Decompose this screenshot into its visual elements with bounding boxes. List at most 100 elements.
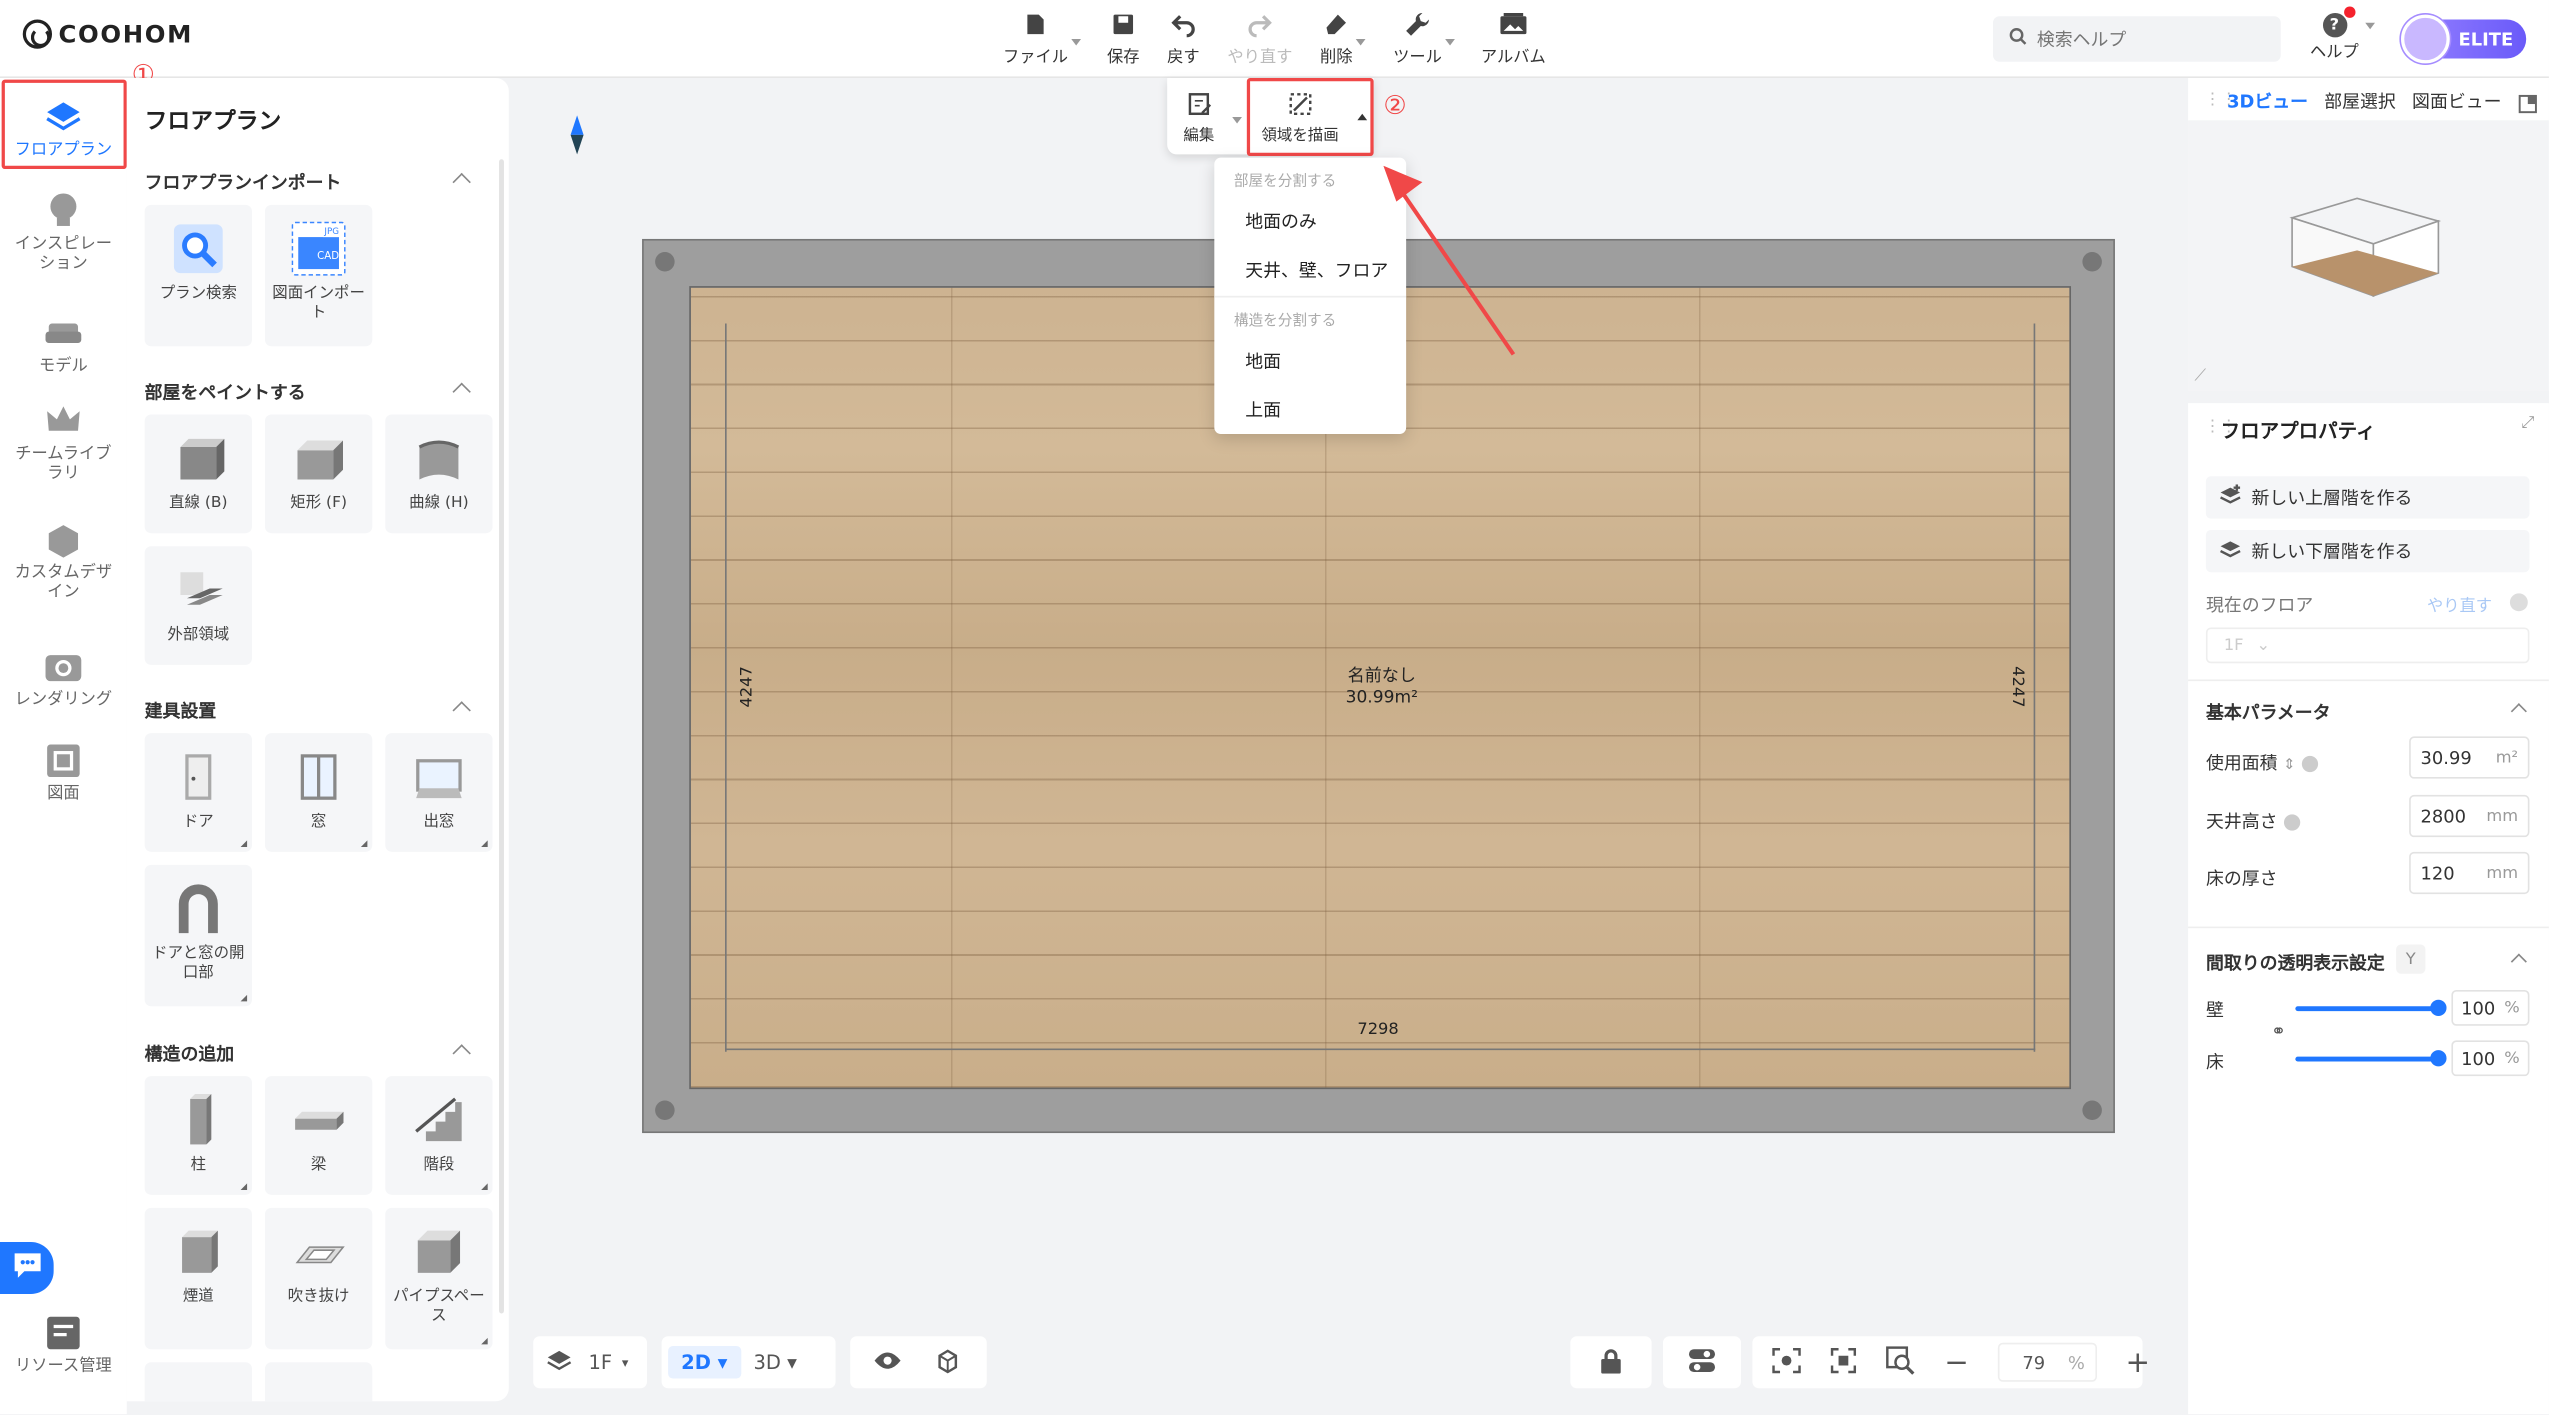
design-canvas[interactable]: 名前なし 30.99m² 4247 4247 7298 編集 領域を描画 ② 部…	[509, 78, 2188, 1414]
dimension-left[interactable]: 4247	[738, 666, 756, 707]
view-2d-button[interactable]: 2D ▾	[668, 1345, 741, 1379]
edit-button[interactable]: 編集	[1183, 91, 1214, 145]
tab-plan-view[interactable]: 図面ビュー	[2412, 88, 2501, 114]
floor-transparency-field[interactable]: 100%	[2451, 1040, 2530, 1077]
nav-model[interactable]: モデル	[0, 314, 127, 377]
plan-search-card[interactable]: プラン検索	[144, 204, 252, 347]
view-3d-button[interactable]: 3D ▾	[753, 1351, 796, 1374]
stairs-card[interactable]: 階段	[385, 1076, 493, 1195]
floor-select[interactable]: 1F ⌄	[2205, 627, 2530, 664]
search-box[interactable]	[1992, 16, 2281, 62]
exterior-area-card[interactable]: 外部領域	[144, 546, 252, 665]
zoom-input[interactable]	[1999, 1344, 2068, 1381]
redo-button[interactable]: やり直す	[1227, 10, 1292, 67]
collapse-icon[interactable]	[452, 172, 471, 192]
nav-resource-management[interactable]: リソース管理	[0, 1313, 127, 1376]
straight-line-card[interactable]: 直線 (B)	[144, 414, 252, 534]
expand-icon[interactable]: ⤢	[2521, 415, 2534, 433]
zoom-area-icon[interactable]	[1886, 1345, 1915, 1379]
3d-preview[interactable]: ⟋	[2188, 120, 2549, 391]
more-card[interactable]	[264, 1362, 373, 1402]
bay-window-card[interactable]: 出窓	[385, 733, 493, 852]
new-upper-floor-button[interactable]: 新しい上層階を作る	[2205, 476, 2530, 519]
door-card[interactable]: ドア	[144, 733, 252, 852]
settings-toggle-button[interactable]	[1662, 1336, 1742, 1389]
nav-drawing[interactable]: 図面	[0, 741, 127, 804]
curve-card[interactable]: 曲線 (H)	[385, 414, 493, 534]
file-button[interactable]: ファイル	[1003, 10, 1082, 67]
rectangle-card[interactable]: 矩形 (F)	[264, 414, 373, 534]
window-card[interactable]: 窓	[264, 733, 373, 852]
usable-area-field[interactable]: 30.99 m²	[2409, 736, 2530, 779]
nav-custom-design[interactable]: カスタムデザイン	[0, 520, 127, 603]
new-lower-floor-button[interactable]: 新しい下層階を作る	[2205, 529, 2530, 573]
menu-item-top[interactable]: 上面	[1245, 397, 1281, 423]
redo-link[interactable]: やり直す	[2427, 592, 2492, 616]
nav-team-library[interactable]: チームライブラリ	[0, 402, 127, 485]
link-icon[interactable]: ⚭	[2271, 1021, 2286, 1042]
flue-card[interactable]: 煙道	[144, 1207, 252, 1350]
collapse-icon[interactable]	[452, 382, 471, 401]
slider-handle[interactable]	[2430, 999, 2447, 1016]
collapse-icon[interactable]	[452, 701, 471, 720]
corner-handle[interactable]	[2082, 251, 2102, 272]
zoom-field[interactable]: %	[1998, 1342, 2097, 1382]
resize-icon[interactable]: ⟋	[2195, 367, 2206, 385]
sort-icon[interactable]: ⇕	[2283, 758, 2295, 774]
compass-icon[interactable]	[569, 114, 585, 163]
eye-icon[interactable]	[873, 1350, 902, 1374]
tools-button[interactable]: ツール	[1393, 10, 1455, 67]
undo-button[interactable]: 戻す	[1167, 10, 1200, 67]
zoom-in-button[interactable]: +	[2126, 1345, 2151, 1379]
help-button[interactable]: ? ヘルプ	[2310, 6, 2359, 62]
drawing-import-card[interactable]: JPG CAD 図面インポート	[264, 204, 373, 347]
collapse-icon[interactable]	[2510, 703, 2527, 720]
more-card[interactable]	[144, 1362, 252, 1402]
lock-button[interactable]	[1570, 1336, 1652, 1389]
wall-transparency-slider[interactable]	[2295, 999, 2447, 1016]
expand-icon[interactable]	[2518, 89, 2538, 120]
corner-handle[interactable]	[2082, 1100, 2102, 1121]
chat-button[interactable]	[0, 1241, 54, 1294]
pipe-space-card[interactable]: パイプスペース	[385, 1207, 493, 1350]
zoom-out-button[interactable]: −	[1944, 1345, 1969, 1379]
focus-icon[interactable]	[1830, 1347, 1857, 1378]
panel-scrollbar[interactable]	[499, 159, 504, 1314]
delete-button[interactable]: 削除	[1320, 10, 1366, 67]
floor-transparency-slider[interactable]	[2295, 1050, 2447, 1067]
collapse-icon[interactable]	[452, 1044, 471, 1063]
floor-selector[interactable]: 1F ▾	[533, 1336, 647, 1389]
album-button[interactable]: アルバム	[1481, 10, 1546, 67]
fit-view-icon[interactable]	[1772, 1347, 1801, 1378]
room-name[interactable]: 名前なし	[691, 666, 2073, 686]
tab-room-select[interactable]: 部屋選択	[2324, 88, 2396, 114]
menu-item-ceiling-wall-floor[interactable]: 天井、壁、フロア	[1245, 257, 1388, 283]
menu-item-floor-only[interactable]: 地面のみ	[1245, 208, 1317, 234]
slider-handle[interactable]	[2430, 1050, 2447, 1067]
save-button[interactable]: 保存	[1107, 10, 1140, 67]
collapse-icon[interactable]	[2510, 953, 2527, 970]
beam-card[interactable]: 梁	[264, 1076, 373, 1195]
corner-handle[interactable]	[655, 1100, 675, 1121]
nav-rendering[interactable]: レンダリング	[0, 647, 127, 710]
dimension-bottom[interactable]: 7298	[1357, 1021, 1398, 1039]
card-label: 直線 (B)	[169, 494, 228, 513]
floor-thickness-field[interactable]: 120 mm	[2409, 851, 2530, 895]
nav-inspiration[interactable]: インスピレーション	[0, 192, 127, 275]
app-logo[interactable]: COOHOM	[22, 19, 193, 49]
corner-handle[interactable]	[655, 251, 675, 272]
cube-view-icon[interactable]	[935, 1347, 961, 1378]
unit-label: %	[2504, 1049, 2520, 1068]
dimension-right[interactable]: 4247	[2008, 666, 2026, 707]
wall-transparency-field[interactable]: 100%	[2451, 989, 2530, 1026]
info-icon	[2301, 755, 2318, 773]
avatar[interactable]	[2401, 14, 2450, 64]
void-card[interactable]: 吹き抜け	[264, 1207, 373, 1350]
opening-card[interactable]: ドアと窓の開口部	[144, 864, 252, 1007]
help-dropdown[interactable]	[2365, 22, 2376, 30]
menu-item-ground[interactable]: 地面	[1245, 348, 1281, 374]
search-input[interactable]	[2036, 28, 2249, 50]
ceiling-height-field[interactable]: 2800 mm	[2409, 794, 2530, 838]
column-card[interactable]: 柱	[144, 1076, 252, 1195]
tab-3d-view[interactable]: 3Dビュー	[2227, 88, 2308, 114]
